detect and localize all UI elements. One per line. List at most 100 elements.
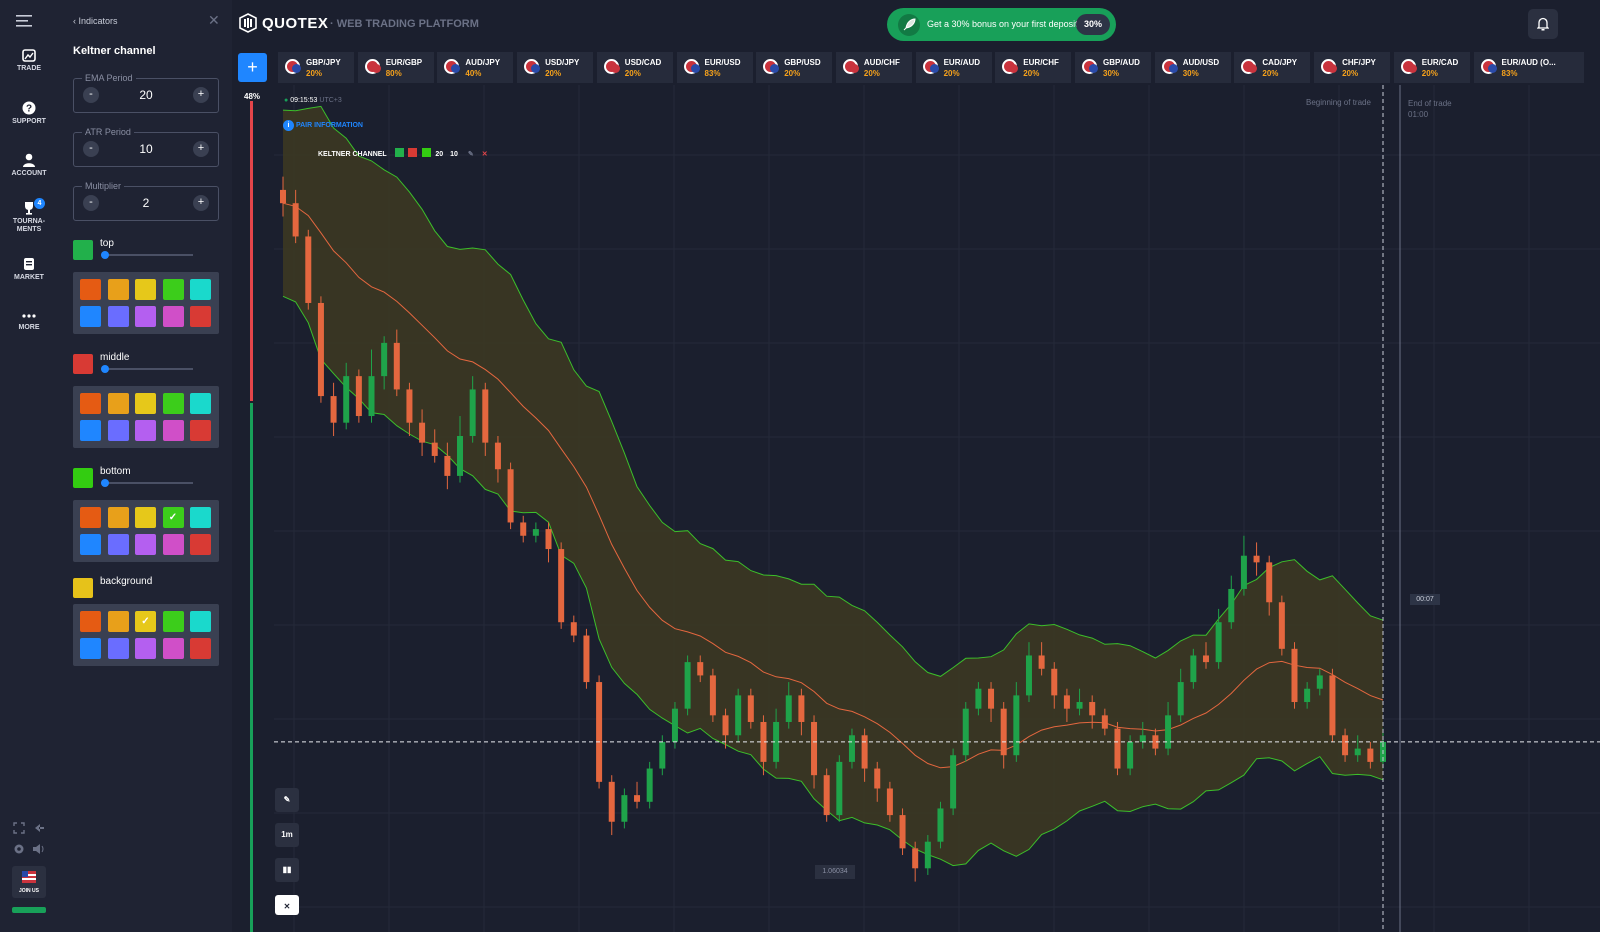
palette-color-option[interactable] [162,611,184,632]
nav-account[interactable]: ACCOUNT [0,153,58,178]
nav-market[interactable]: MARKET [0,257,58,282]
ema-period-value[interactable]: 20 [110,88,182,102]
palette-color-option[interactable] [135,507,156,528]
palette-color-option[interactable] [190,507,211,528]
color-swatch[interactable] [73,240,93,260]
palette-color-option[interactable] [135,420,156,441]
palette-color-option[interactable] [190,306,211,327]
palette-color-option[interactable] [107,420,129,441]
notifications-button[interactable] [1528,9,1558,39]
palette-color-option[interactable] [107,279,129,300]
palette-color-option[interactable] [80,420,101,441]
palette-color-option[interactable] [162,638,184,659]
line-width-slider-knob[interactable] [101,479,109,487]
close-panel-icon[interactable]: ✕ [208,12,220,29]
palette-color-option[interactable] [107,534,129,555]
nav-tournaments[interactable]: 4 TOURNA- MENTS [0,198,58,234]
asset-tab[interactable]: GBP/USD 20% [756,52,833,83]
asset-tab[interactable]: EUR/CHF 20% [995,52,1072,83]
sound-icon[interactable] [32,843,45,855]
palette-color-option[interactable] [190,611,211,632]
palette-color-option[interactable] [80,279,101,300]
indicators-button[interactable]: ✕ [275,895,299,915]
palette-color-option[interactable] [162,279,184,300]
palette-color-option[interactable] [135,393,156,414]
asset-tab[interactable]: AUD/USD 30% [1154,52,1231,83]
asset-tab[interactable]: USD/JPY 20% [517,52,594,83]
nav-more[interactable]: MORE [0,311,58,332]
atr-increment-button[interactable]: + [193,141,209,157]
palette-color-option[interactable] [135,534,156,555]
palette-color-option[interactable] [80,611,101,632]
palette-color-option[interactable] [80,534,101,555]
pair-information-link[interactable]: i PAIR INFORMATION [283,120,363,131]
palette-color-option[interactable]: ✓ [162,507,184,528]
ema-decrement-button[interactable]: - [83,87,99,103]
color-swatch[interactable] [73,578,93,598]
asset-tab[interactable]: USD/CAD 20% [596,52,673,83]
ema-increment-button[interactable]: + [193,87,209,103]
settings-icon[interactable] [13,843,25,855]
palette-color-option[interactable] [190,393,211,414]
line-width-slider-knob[interactable] [101,365,109,373]
palette-color-option[interactable]: ✓ [135,611,156,632]
palette-color-option[interactable] [107,306,129,327]
asset-tab[interactable]: AUD/JPY 40% [437,52,514,83]
price-chart[interactable] [233,85,1600,932]
palette-color-option[interactable] [107,393,129,414]
palette-color-option[interactable] [135,638,156,659]
join-us-button[interactable]: JOIN US [12,866,46,898]
line-width-slider[interactable] [101,482,193,484]
palette-color-option[interactable] [190,279,211,300]
logout-icon[interactable] [33,822,45,834]
palette-color-option[interactable] [135,306,156,327]
palette-color-option[interactable] [190,534,211,555]
asset-tab[interactable]: GBP/JPY 20% [278,52,354,83]
palette-color-option[interactable] [162,306,184,327]
atr-decrement-button[interactable]: - [83,141,99,157]
asset-tab[interactable]: CHF/JPY 20% [1314,52,1391,83]
palette-color-option[interactable] [162,393,184,414]
atr-period-value[interactable]: 10 [110,142,182,156]
asset-tab[interactable]: AUD/CHF 20% [835,52,912,83]
fullscreen-icon[interactable] [13,822,25,834]
palette-color-option[interactable] [80,306,101,327]
line-width-slider[interactable] [101,254,193,256]
palette-color-option[interactable] [107,507,129,528]
asset-tab[interactable]: EUR/CAD 20% [1393,52,1470,83]
menu-icon[interactable] [16,14,32,28]
drawing-tool-button[interactable]: ✎ [275,788,299,812]
palette-color-option[interactable] [80,507,101,528]
asset-tab[interactable]: GBP/AUD 30% [1075,52,1151,83]
back-to-indicators[interactable]: ‹ Indicators [73,16,118,26]
palette-color-option[interactable] [190,420,211,441]
multiplier-value[interactable]: 2 [110,196,182,210]
palette-color-option[interactable] [162,420,184,441]
remove-indicator-icon[interactable]: ✕ [482,151,488,158]
asset-tab[interactable]: CAD/JPY 20% [1234,52,1311,83]
multiplier-decrement-button[interactable]: - [83,195,99,211]
palette-color-option[interactable] [107,638,129,659]
nav-support[interactable]: ? SUPPORT [0,101,58,126]
palette-color-option[interactable] [135,279,156,300]
nav-trade[interactable]: TRADE [0,49,58,73]
asset-tab[interactable]: EUR/USD 83% [676,52,753,83]
multiplier-increment-button[interactable]: + [193,195,209,211]
edit-indicator-icon[interactable]: ✎ [468,151,474,158]
palette-color-option[interactable] [80,638,101,659]
bonus-banner[interactable]: Get a 30% bonus on your first deposit 30… [887,8,1116,41]
palette-color-option[interactable] [162,534,184,555]
add-asset-tab-button[interactable]: + [238,53,267,82]
palette-color-option[interactable] [107,611,129,632]
asset-tab[interactable]: EUR/GBP 80% [357,52,434,83]
palette-color-option[interactable] [190,638,211,659]
asset-tab[interactable]: EUR/AUD (O... 83% [1473,52,1584,83]
asset-tab[interactable]: EUR/AUD 20% [915,52,992,83]
line-width-slider-knob[interactable] [101,251,109,259]
line-width-slider[interactable] [101,368,193,370]
timeframe-button[interactable]: 1m [275,823,299,847]
chart-type-button[interactable]: ▮▮ [275,858,299,882]
color-swatch[interactable] [73,468,93,488]
color-swatch[interactable] [73,354,93,374]
palette-color-option[interactable] [80,393,101,414]
